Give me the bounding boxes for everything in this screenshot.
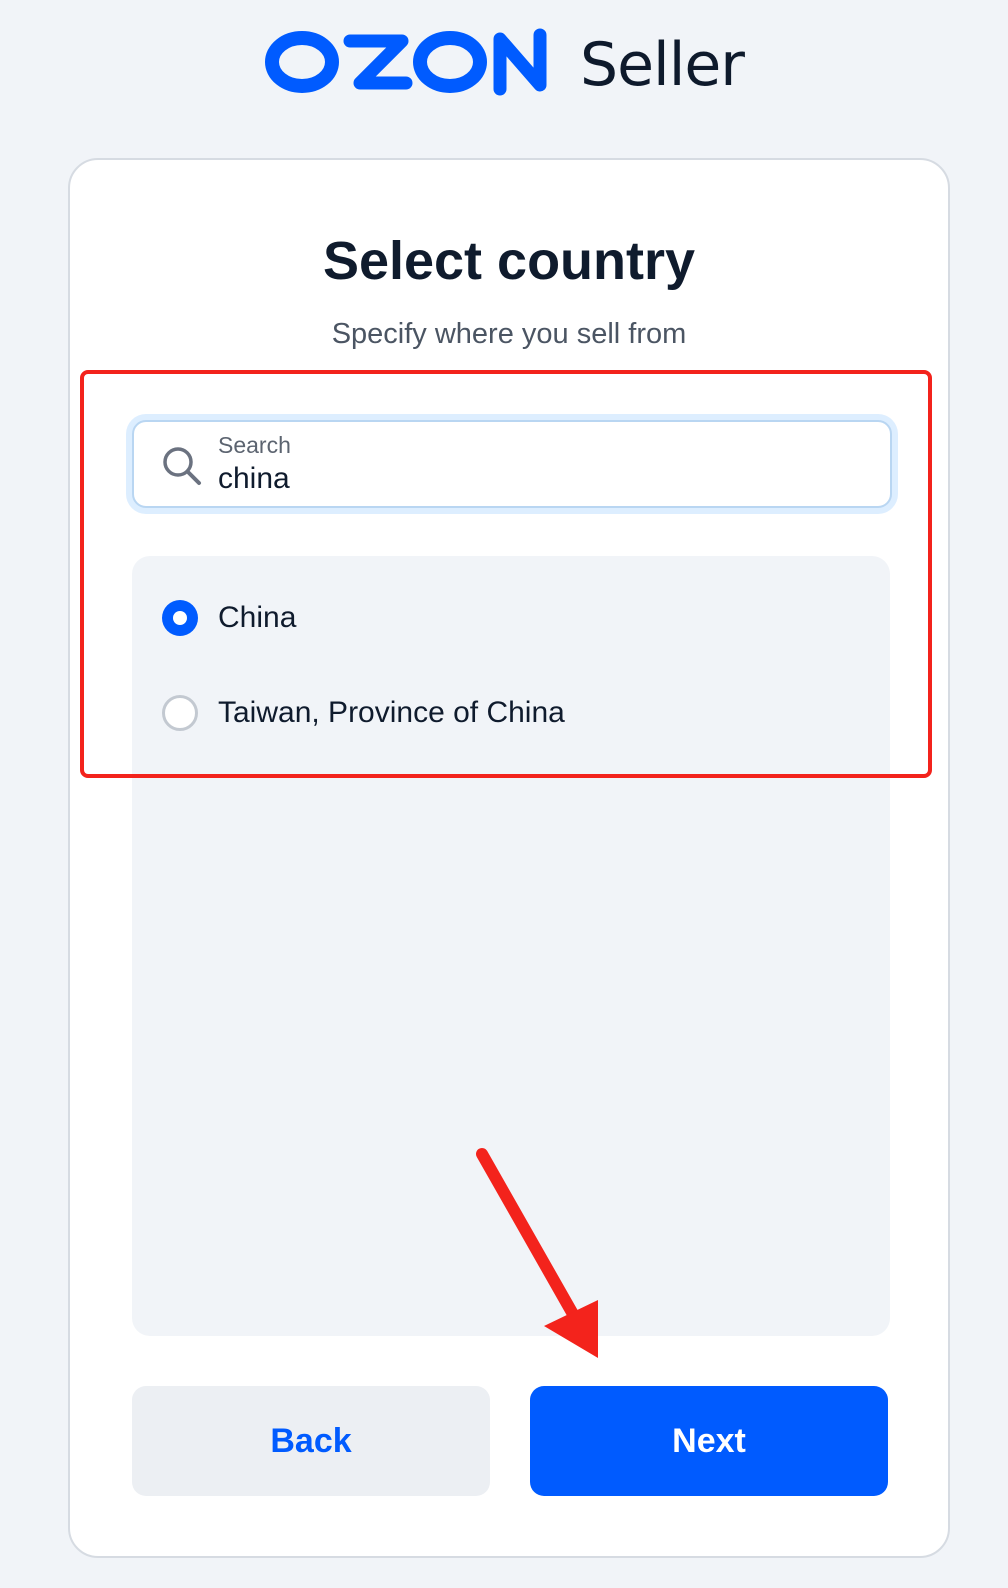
country-option-label: Taiwan, Province of China — [218, 696, 565, 729]
next-button[interactable]: Next — [530, 1386, 888, 1496]
radio-checked-icon[interactable] — [162, 600, 198, 636]
seller-label: Seller — [580, 30, 745, 100]
country-option-china[interactable]: China — [162, 593, 296, 643]
radio-unchecked-icon[interactable] — [162, 695, 198, 731]
country-list: China Taiwan, Province of China — [132, 556, 890, 1336]
back-button[interactable]: Back — [132, 1386, 490, 1496]
ozon-logo — [265, 28, 547, 96]
country-option-taiwan[interactable]: Taiwan, Province of China — [162, 688, 565, 738]
page-subtitle: Specify where you sell from — [331, 318, 687, 350]
header: Seller — [0, 22, 1008, 102]
search-input[interactable]: Search china — [132, 420, 892, 508]
search-icon — [163, 447, 201, 485]
search-label: Search — [218, 432, 291, 458]
search-value[interactable]: china — [218, 462, 290, 496]
country-option-label: China — [218, 601, 297, 634]
page-title: Select country — [322, 231, 696, 291]
search-focus-ring: Search china — [126, 414, 898, 514]
country-select-card: Select country Specify where you sell fr… — [68, 158, 950, 1558]
